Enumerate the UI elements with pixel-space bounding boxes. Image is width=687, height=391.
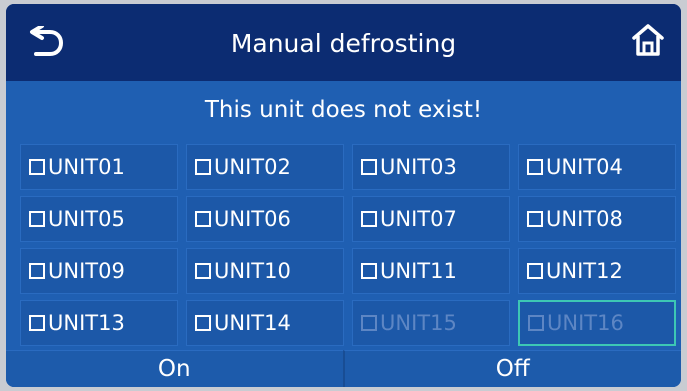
home-button[interactable]	[626, 20, 670, 64]
unit-label: UNIT15	[380, 311, 457, 335]
unit-label: UNIT13	[48, 311, 125, 335]
unit-checkbox[interactable]: UNIT03	[352, 144, 510, 190]
back-arrow-icon	[28, 24, 64, 62]
unit-checkbox[interactable]: UNIT16	[518, 300, 676, 346]
unit-label: UNIT10	[214, 259, 291, 283]
on-button[interactable]: On	[6, 350, 343, 387]
checkbox-icon	[195, 315, 211, 331]
checkbox-icon	[29, 263, 45, 279]
page-title: Manual defrosting	[230, 29, 457, 58]
unit-label: UNIT11	[380, 259, 457, 283]
unit-checkbox[interactable]: UNIT12	[518, 248, 676, 294]
unit-checkbox[interactable]: UNIT13	[20, 300, 178, 346]
checkbox-icon	[195, 159, 211, 175]
checkbox-icon	[29, 159, 45, 175]
unit-checkbox[interactable]: UNIT05	[20, 196, 178, 242]
unit-grid: UNIT01 UNIT02 UNIT03 UNIT04 UNIT05 UNIT0…	[20, 144, 681, 346]
screen: Manual defrosting This unit does not exi…	[6, 4, 681, 387]
unit-checkbox[interactable]: UNIT15	[352, 300, 510, 346]
unit-checkbox[interactable]: UNIT07	[352, 196, 510, 242]
checkbox-icon	[527, 263, 543, 279]
unit-checkbox[interactable]: UNIT08	[518, 196, 676, 242]
unit-label: UNIT03	[380, 155, 457, 179]
status-message: This unit does not exist!	[204, 97, 483, 123]
unit-label: UNIT05	[48, 207, 125, 231]
checkbox-icon	[195, 263, 211, 279]
unit-label: UNIT02	[214, 155, 291, 179]
unit-checkbox[interactable]: UNIT11	[352, 248, 510, 294]
checkbox-icon	[527, 211, 543, 227]
unit-label: UNIT16	[547, 311, 624, 335]
unit-checkbox[interactable]: UNIT14	[186, 300, 344, 346]
unit-label: UNIT01	[48, 155, 125, 179]
checkbox-icon	[528, 315, 544, 331]
unit-checkbox[interactable]: UNIT01	[20, 144, 178, 190]
checkbox-icon	[361, 211, 377, 227]
unit-checkbox[interactable]: UNIT06	[186, 196, 344, 242]
unit-label: UNIT04	[546, 155, 623, 179]
unit-label: UNIT12	[546, 259, 623, 283]
header-bar: Manual defrosting	[6, 4, 681, 81]
checkbox-icon	[361, 263, 377, 279]
unit-checkbox[interactable]: UNIT02	[186, 144, 344, 190]
checkbox-icon	[29, 211, 45, 227]
unit-label: UNIT14	[214, 311, 291, 335]
checkbox-icon	[361, 315, 377, 331]
unit-label: UNIT07	[380, 207, 457, 231]
checkbox-icon	[29, 315, 45, 331]
off-button[interactable]: Off	[342, 350, 681, 387]
unit-label: UNIT09	[48, 259, 125, 283]
footer-bar: On Off	[6, 350, 681, 387]
home-icon	[630, 23, 666, 61]
checkbox-icon	[195, 211, 211, 227]
checkbox-icon	[527, 159, 543, 175]
unit-checkbox[interactable]: UNIT04	[518, 144, 676, 190]
back-button[interactable]	[24, 22, 68, 66]
unit-label: UNIT06	[214, 207, 291, 231]
unit-checkbox[interactable]: UNIT09	[20, 248, 178, 294]
unit-checkbox[interactable]: UNIT10	[186, 248, 344, 294]
unit-label: UNIT08	[546, 207, 623, 231]
checkbox-icon	[361, 159, 377, 175]
